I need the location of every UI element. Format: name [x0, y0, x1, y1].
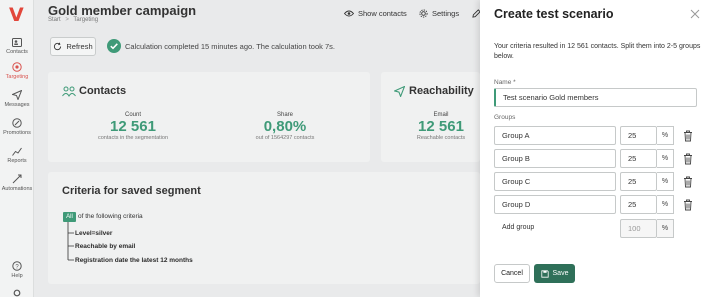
sidebar-item-targeting[interactable]: Targeting [0, 62, 34, 80]
show-contacts-button[interactable]: Show contacts [344, 9, 407, 18]
total-percent-field: 100 [620, 219, 657, 238]
sidebar-item-label: Help [11, 273, 23, 279]
cancel-label: Cancel [501, 270, 523, 277]
sidebar-item-label: Contacts [6, 49, 28, 55]
share-value: 0,80% [263, 118, 307, 135]
percent-unit: % [657, 219, 674, 238]
count-metric: Count 12 561 contacts in the segmentatio… [88, 112, 178, 141]
trash-icon[interactable] [683, 130, 693, 142]
all-badge[interactable]: All [63, 212, 76, 222]
settings-gear-icon [13, 289, 21, 297]
groups-label: Groups [494, 114, 516, 121]
add-group-button[interactable]: Add group [502, 224, 534, 231]
reachability-card-title: Reachability [409, 85, 474, 97]
breadcrumb-targeting: Targeting [73, 17, 99, 23]
sidebar-item-more[interactable] [0, 289, 34, 297]
send-icon [394, 86, 405, 97]
percent-unit: % [657, 126, 674, 145]
sidebar-item-label: Automations [1, 186, 33, 192]
save-button[interactable]: Save [534, 264, 575, 283]
trash-icon[interactable] [683, 176, 693, 188]
criteria-item: Reachable by email [75, 243, 136, 250]
group-name-input[interactable]: Group A [494, 126, 616, 145]
trash-icon[interactable] [683, 199, 693, 211]
percent-unit: % [657, 149, 674, 168]
sidebar-item-label: Reports [7, 158, 27, 164]
email-sub: Reachable contacts [416, 135, 466, 141]
criteria-card: Criteria for saved segment All of the fo… [48, 172, 480, 284]
dialog-description: Your criteria resulted in 12 561 contact… [494, 43, 701, 60]
share-sub: out of 1564297 contacts [255, 135, 315, 141]
sidebar: V Contacts Targeting Messages Promotions… [0, 0, 34, 297]
page-title: Gold member campaign [48, 3, 197, 18]
group-name-input[interactable]: Group B [494, 149, 616, 168]
group-percent-input[interactable]: 25 [620, 126, 657, 145]
count-value: 12 561 [110, 118, 156, 135]
brand-logo[interactable]: V [9, 4, 24, 26]
target-icon [12, 62, 22, 72]
save-label: Save [552, 270, 569, 277]
criteria-item: Level=silver [75, 230, 113, 237]
sidebar-item-label: Messages [4, 102, 30, 108]
automation-icon [12, 174, 22, 184]
contacts-card-title: Contacts [79, 85, 127, 97]
save-icon [540, 269, 549, 278]
email-metric: Email 12 561 Reachable contacts [401, 112, 481, 141]
sidebar-item-label: Targeting [5, 74, 29, 80]
percent-unit: % [657, 195, 674, 214]
criteria-intro: of the following criteria [78, 213, 143, 220]
contacts-card: Contacts Count 12 561 contacts in the se… [48, 72, 370, 162]
sidebar-item-messages[interactable]: Messages [0, 90, 34, 108]
breadcrumb-separator: > [65, 17, 69, 23]
criteria-item: Registration date the latest 12 months [75, 257, 193, 264]
scenario-name-input[interactable]: Test scenario Gold members [494, 88, 697, 107]
check-circle-icon [107, 39, 121, 53]
trash-icon[interactable] [683, 153, 693, 165]
group-name-input[interactable]: Group D [494, 195, 616, 214]
cancel-button[interactable]: Cancel [494, 264, 530, 283]
contacts-group-icon [62, 86, 76, 97]
criteria-card-title: Criteria for saved segment [62, 185, 201, 197]
count-sub: contacts in the segmentation [97, 135, 168, 141]
create-test-scenario-panel: Create test scenario Your criteria resul… [480, 0, 712, 297]
chart-icon [12, 147, 22, 156]
refresh-button[interactable]: Refresh [50, 37, 96, 56]
breadcrumb-start[interactable]: Start [48, 17, 61, 23]
close-icon[interactable] [690, 8, 700, 22]
group-name-input[interactable]: Group C [494, 172, 616, 191]
reachability-card: Reachability Email 12 561 Reachable cont… [381, 72, 480, 162]
sidebar-item-label: Promotions [3, 130, 31, 136]
settings-button[interactable]: Settings [419, 9, 459, 18]
sidebar-item-help[interactable]: ? Help [0, 261, 34, 279]
help-icon: ? [12, 261, 22, 271]
eye-icon [344, 10, 354, 17]
breadcrumb: Start > Targeting [48, 17, 98, 23]
group-percent-input[interactable]: 25 [620, 172, 657, 191]
send-icon [12, 90, 22, 100]
sidebar-item-contacts[interactable]: Contacts [0, 38, 34, 55]
group-percent-input[interactable]: 25 [620, 149, 657, 168]
sidebar-item-promotions[interactable]: Promotions [0, 118, 34, 136]
percent-unit: % [657, 172, 674, 191]
sidebar-item-reports[interactable]: Reports [0, 146, 34, 164]
sidebar-item-automations[interactable]: Automations [0, 174, 34, 192]
promotions-icon [12, 118, 22, 128]
show-contacts-label: Show contacts [358, 9, 407, 18]
name-label: Name * [494, 79, 516, 86]
refresh-label: Refresh [66, 42, 93, 51]
toolbar: Refresh Calculation completed 15 minutes… [34, 33, 480, 60]
group-percent-input[interactable]: 25 [620, 195, 657, 214]
email-value: 12 561 [418, 118, 464, 135]
settings-label: Settings [432, 9, 460, 18]
dialog-title: Create test scenario [494, 7, 614, 21]
calculation-status: Calculation completed 15 minutes ago. Th… [125, 42, 335, 51]
contacts-icon [12, 38, 22, 47]
gear-icon [419, 9, 428, 18]
app: V Contacts Targeting Messages Promotions… [0, 0, 712, 297]
share-metric: Share 0,80% out of 1564297 contacts [240, 112, 330, 141]
refresh-icon [54, 42, 62, 51]
